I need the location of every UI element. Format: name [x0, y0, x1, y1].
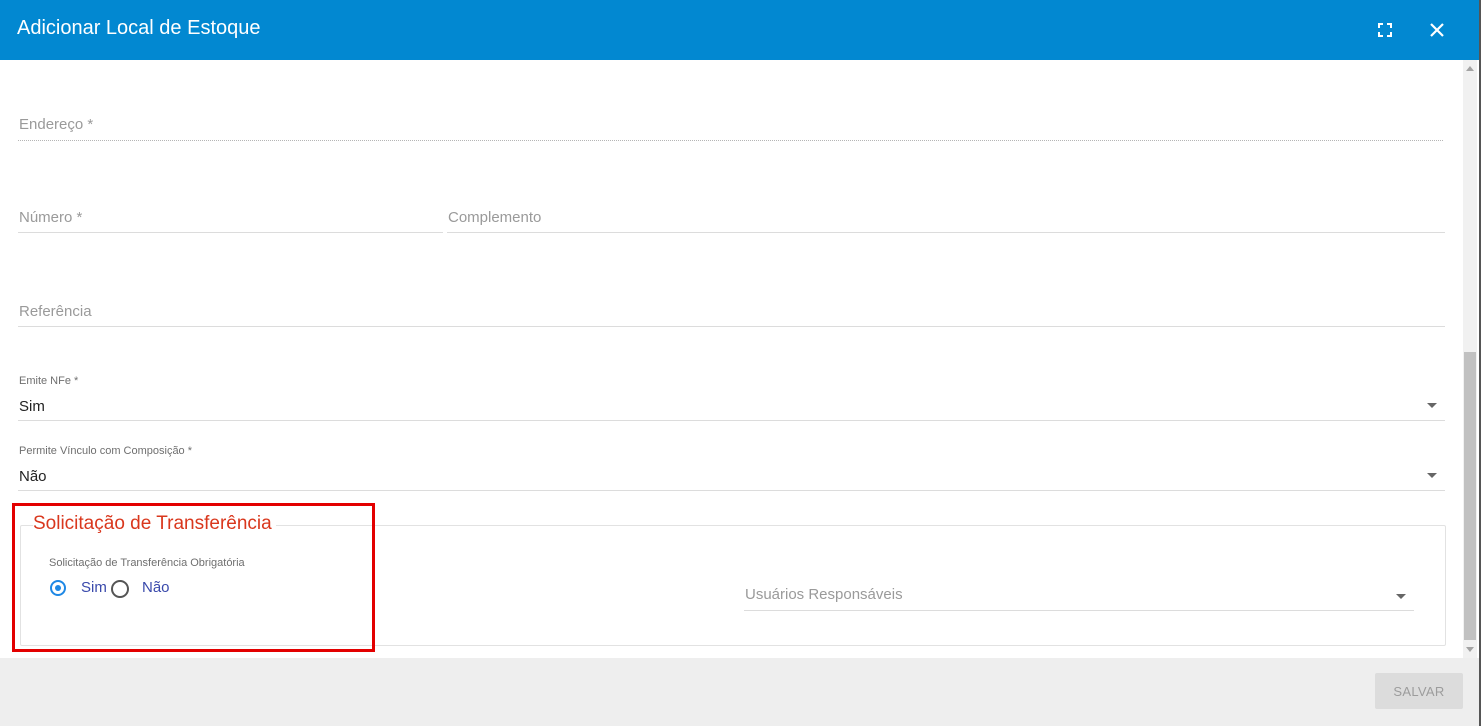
scroll-thumb[interactable]: [1464, 352, 1476, 640]
scroll-down-arrow-icon[interactable]: [1466, 647, 1474, 652]
referencia-underline: [18, 326, 1445, 327]
permite-vinculo-select[interactable]: Permite Vínculo com Composição * Não: [18, 442, 1445, 492]
complemento-underline: [447, 232, 1445, 233]
permite-vinculo-underline: [18, 490, 1445, 491]
dialog-header: Adicionar Local de Estoque: [0, 0, 1479, 60]
referencia-placeholder: Referência: [19, 303, 92, 320]
highlight-box: [12, 503, 375, 652]
permite-vinculo-value: Não: [19, 468, 47, 485]
emite-nfe-value: Sim: [19, 398, 45, 415]
permite-vinculo-label: Permite Vínculo com Composição *: [19, 445, 193, 457]
complemento-placeholder: Complemento: [448, 209, 542, 226]
scrollbar[interactable]: [1463, 60, 1477, 658]
referencia-field[interactable]: Referência: [18, 286, 1445, 328]
endereco-placeholder: Endereço *: [19, 116, 94, 133]
dialog-title: Adicionar Local de Estoque: [17, 17, 261, 39]
chevron-down-icon: [1427, 403, 1437, 408]
usuarios-responsaveis-underline: [744, 610, 1414, 611]
endereco-underline: [18, 140, 1443, 141]
fullscreen-icon: [1378, 23, 1392, 37]
emite-nfe-select[interactable]: Emite NFe * Sim: [18, 372, 1445, 422]
dialog: Adicionar Local de Estoque Endereço * Nú…: [0, 0, 1479, 726]
emite-nfe-label: Emite NFe *: [19, 375, 79, 387]
scroll-up-arrow-icon[interactable]: [1466, 66, 1474, 71]
complemento-field[interactable]: Complemento: [447, 192, 1445, 234]
numero-field[interactable]: Número *: [18, 192, 443, 234]
dialog-footer: SALVAR: [0, 658, 1479, 726]
fullscreen-button[interactable]: [1371, 16, 1399, 44]
emite-nfe-underline: [18, 420, 1445, 421]
usuarios-responsaveis-select[interactable]: Usuários Responsáveis: [744, 570, 1414, 612]
close-icon: [1430, 23, 1444, 37]
chevron-down-icon: [1427, 473, 1437, 478]
save-button[interactable]: SALVAR: [1375, 673, 1463, 709]
endereco-field[interactable]: Endereço *: [18, 100, 1443, 142]
usuarios-responsaveis-placeholder: Usuários Responsáveis: [745, 586, 903, 603]
numero-underline: [18, 232, 443, 233]
chevron-down-icon: [1396, 594, 1406, 599]
close-button[interactable]: [1423, 16, 1451, 44]
numero-placeholder: Número *: [19, 209, 83, 226]
